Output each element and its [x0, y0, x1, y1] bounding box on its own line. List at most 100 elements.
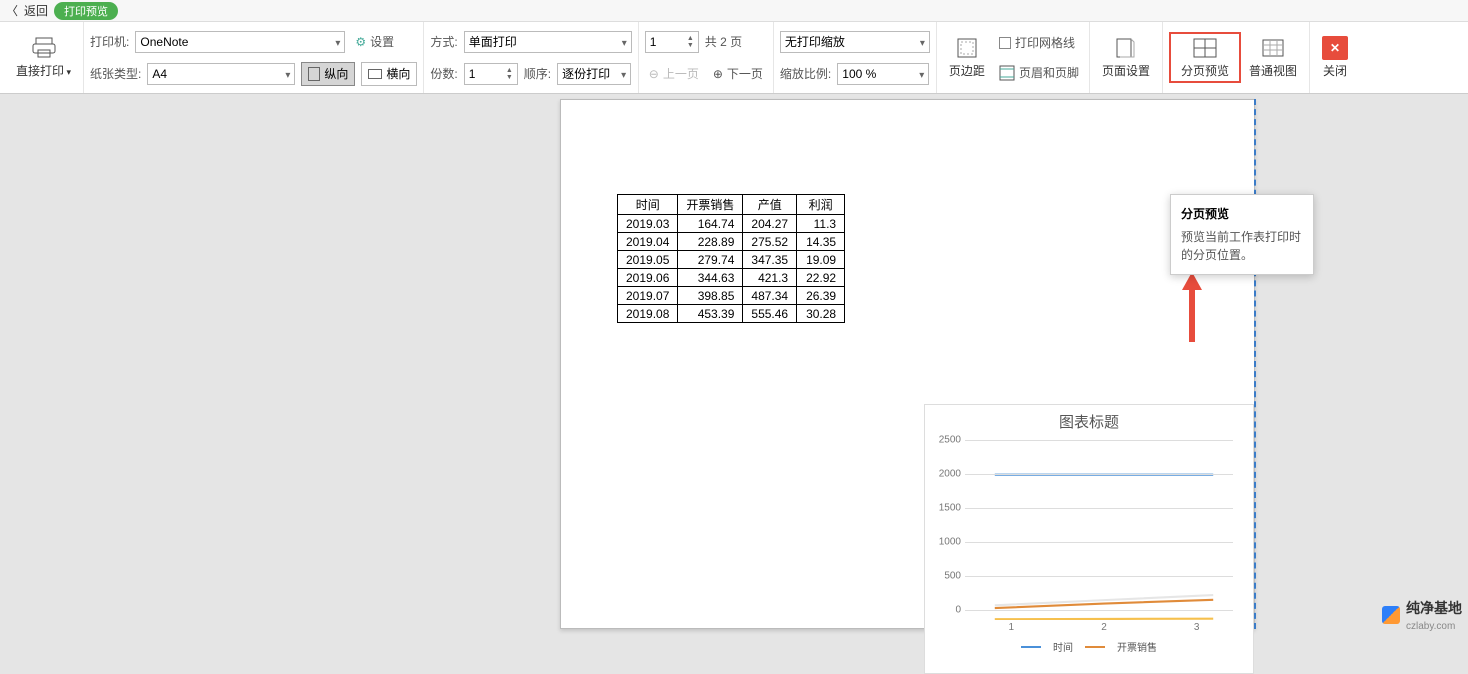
next-label: 下一页 [727, 65, 763, 82]
settings-label: 设置 [370, 33, 394, 50]
paper-value: A4 [152, 67, 167, 81]
watermark-logo-icon [1382, 606, 1400, 624]
table-cell: 2019.03 [618, 215, 678, 233]
ribbon: 直接打印 ▾ 打印机: OneNote ⚙ 设置 纸张类型: A4 纵向 [0, 22, 1468, 94]
margins-button[interactable]: 页边距 [943, 34, 991, 81]
table-cell: 275.52 [743, 233, 797, 251]
table-cell: 555.46 [743, 305, 797, 323]
tooltip: 分页预览 预览当前工作表打印时的分页位置。 [1170, 194, 1314, 275]
legend-swatch [1021, 646, 1041, 648]
table-row: 2019.05279.74347.3519.09 [618, 251, 845, 269]
chart-ytick: 1000 [931, 537, 965, 548]
page-setup-icon [1113, 36, 1139, 60]
group-margins: 页边距 打印网格线 页眉和页脚 [937, 22, 1090, 93]
page-break-preview-button[interactable]: 分页预览 [1175, 34, 1235, 81]
gridlines-toggle[interactable]: 打印网格线 [995, 31, 1083, 55]
chart: 图表标题 05001000150020002500 123 时间开票销售 [924, 404, 1254, 674]
legend-label: 开票销售 [1117, 639, 1157, 654]
chart-legend: 时间开票销售 [925, 639, 1253, 654]
portrait-label: 纵向 [324, 65, 348, 82]
watermark-main: 纯净基地 [1406, 600, 1462, 616]
table-cell: 164.74 [678, 215, 743, 233]
prev-label: 上一页 [663, 65, 699, 82]
table-cell: 2019.08 [618, 305, 678, 323]
total-pages: 共 2 页 [705, 33, 742, 50]
chart-ytick: 2000 [931, 469, 965, 480]
normal-view-button[interactable]: 普通视图 [1243, 34, 1303, 81]
page-field[interactable] [650, 35, 678, 49]
table-cell: 453.39 [678, 305, 743, 323]
order-value: 逐份打印 [562, 65, 610, 82]
table-cell: 2019.05 [618, 251, 678, 269]
data-table: 时间开票销售产值利润2019.03164.74204.2711.32019.04… [617, 194, 845, 323]
printer-select[interactable]: OneNote [135, 31, 345, 53]
page-break-label: 分页预览 [1181, 62, 1229, 79]
table-cell: 19.09 [797, 251, 845, 269]
spinner-icon[interactable]: ▲▼ [687, 35, 694, 49]
group-close: ✕ 关闭 [1310, 22, 1360, 93]
header-footer-label: 页眉和页脚 [1019, 64, 1079, 81]
table-cell: 204.27 [743, 215, 797, 233]
tooltip-body: 预览当前工作表打印时的分页位置。 [1181, 228, 1303, 264]
table-cell: 30.28 [797, 305, 845, 323]
watermark: 纯净基地 czlaby.com [1382, 598, 1462, 632]
preview-canvas: 时间开票销售产值利润2019.03164.74204.2711.32019.04… [0, 94, 1468, 636]
group-printer-settings: 打印机: OneNote ⚙ 设置 纸张类型: A4 纵向 横向 [84, 22, 424, 93]
table-header: 产值 [743, 195, 797, 215]
group-print-mode: 方式: 单面打印 份数: ▲▼ 顺序: 逐份打印 [424, 22, 638, 93]
page-setup-label: 页面设置 [1102, 62, 1150, 79]
table-row: 2019.06344.63421.322.92 [618, 269, 845, 287]
paper-select[interactable]: A4 [147, 63, 295, 85]
portrait-button[interactable]: 纵向 [301, 62, 355, 86]
copies-label: 份数: [430, 65, 457, 82]
zoom-mode-select[interactable]: 无打印缩放 [780, 31, 930, 53]
topbar: 〈 返回 打印预览 [0, 0, 1468, 22]
chart-ytick: 2500 [931, 435, 965, 446]
close-button[interactable]: ✕ 关闭 [1316, 34, 1354, 81]
table-cell: 22.92 [797, 269, 845, 287]
settings-button[interactable]: ⚙ 设置 [351, 30, 398, 54]
back-label[interactable]: 返回 [24, 2, 48, 19]
zoom-mode-value: 无打印缩放 [785, 33, 845, 50]
zoom-value: 100 % [842, 67, 876, 81]
landscape-label: 横向 [386, 65, 410, 82]
back-arrow-icon[interactable]: 〈 [6, 2, 18, 19]
close-icon: ✕ [1322, 36, 1348, 60]
next-page-button[interactable]: ⊕ 下一页 [709, 62, 767, 86]
table-cell: 228.89 [678, 233, 743, 251]
copies-input[interactable]: ▲▼ [464, 63, 518, 85]
close-label: 关闭 [1323, 62, 1347, 79]
table-row: 2019.08453.39555.4630.28 [618, 305, 845, 323]
highlight-annotation: 分页预览 [1169, 32, 1241, 83]
table-cell: 398.85 [678, 287, 743, 305]
table-cell: 347.35 [743, 251, 797, 269]
page-setup-button[interactable]: 页面设置 [1096, 34, 1156, 81]
order-select[interactable]: 逐份打印 [557, 63, 631, 85]
page-input[interactable]: ▲▼ [645, 31, 699, 53]
gear-icon: ⚙ [355, 35, 366, 49]
normal-view-label: 普通视图 [1249, 62, 1297, 79]
header-footer-button[interactable]: 页眉和页脚 [995, 61, 1083, 85]
group-page-setup: 页面设置 [1090, 22, 1163, 93]
mode-value: 单面打印 [469, 33, 517, 50]
table-cell: 421.3 [743, 269, 797, 287]
direct-print-label: 直接打印 ▾ [16, 62, 71, 79]
spinner-icon[interactable]: ▲▼ [506, 67, 513, 81]
tooltip-title: 分页预览 [1181, 205, 1303, 222]
chart-xaxis: 123 [965, 622, 1243, 633]
watermark-sub: czlaby.com [1406, 621, 1455, 632]
table-header: 开票销售 [678, 195, 743, 215]
chart-xtick: 1 [1009, 622, 1015, 633]
mode-label: 方式: [430, 33, 457, 50]
landscape-icon [368, 69, 382, 79]
copies-field[interactable] [469, 67, 497, 81]
table-cell: 11.3 [797, 215, 845, 233]
preview-page: 时间开票销售产值利润2019.03164.74204.2711.32019.04… [560, 99, 1255, 629]
table-cell: 2019.04 [618, 233, 678, 251]
direct-print-button[interactable]: 直接打印 ▾ [10, 34, 77, 81]
mode-select[interactable]: 单面打印 [464, 31, 632, 53]
zoom-label: 缩放比例: [780, 65, 831, 82]
landscape-button[interactable]: 横向 [361, 62, 417, 86]
zoom-value-select[interactable]: 100 % [837, 63, 929, 85]
portrait-icon [308, 67, 320, 81]
